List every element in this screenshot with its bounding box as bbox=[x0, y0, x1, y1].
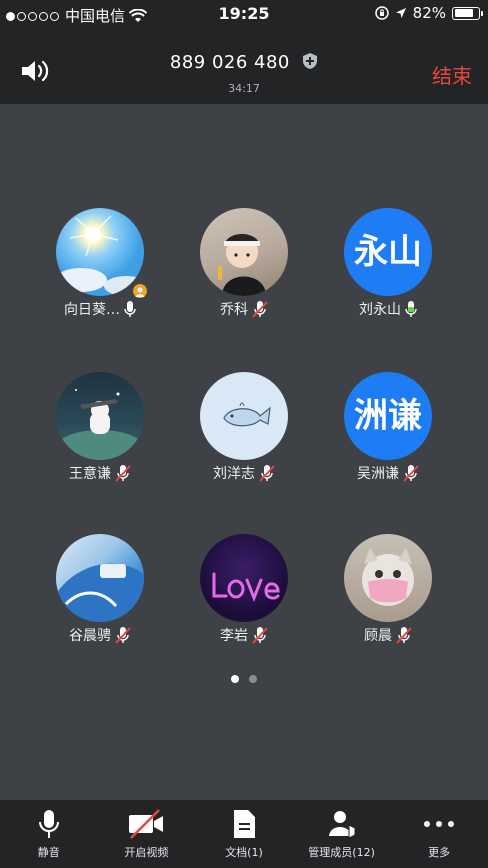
participant-tile[interactable]: 谷晨骋 bbox=[40, 534, 160, 645]
participant-name-row: 吴洲谦 bbox=[328, 463, 448, 483]
participant-name-row: 刘洋志 bbox=[184, 463, 304, 483]
participant-name-row: 刘永山 bbox=[328, 299, 448, 319]
participant-tile[interactable]: 顾晨 bbox=[328, 534, 448, 645]
mic-on-icon bbox=[405, 300, 417, 317]
manage-members-label: 管理成员(12) bbox=[308, 846, 375, 859]
participant-name: 王意谦 bbox=[69, 466, 111, 482]
microphone-icon bbox=[38, 810, 59, 838]
end-meeting-button[interactable]: 结束 bbox=[432, 60, 472, 89]
meeting-id-text: 889 026 480 bbox=[169, 52, 290, 73]
mic-on-icon bbox=[124, 300, 136, 317]
participant-avatar bbox=[56, 534, 144, 622]
page-dot-active[interactable] bbox=[231, 675, 239, 683]
start-video-button[interactable]: 开启视频 bbox=[98, 800, 196, 868]
status-right-group: 82% bbox=[374, 4, 483, 22]
participant-tile[interactable]: 乔科 bbox=[184, 208, 304, 319]
more-button[interactable]: 更多 bbox=[390, 800, 488, 868]
location-arrow-icon bbox=[395, 8, 406, 18]
mic-muted-icon bbox=[115, 626, 131, 644]
mic-muted-icon bbox=[396, 626, 412, 644]
participant-avatar: 洲谦 bbox=[344, 372, 432, 460]
participant-tile[interactable]: 刘洋志 bbox=[184, 372, 304, 483]
battery-icon bbox=[452, 6, 483, 20]
participant-name: 谷晨骋 bbox=[69, 628, 111, 644]
participant-avatar bbox=[56, 372, 144, 460]
participant-name-row: 王意谦 bbox=[40, 463, 160, 483]
video-off-icon bbox=[129, 809, 164, 839]
participant-name: 刘洋志 bbox=[213, 466, 255, 482]
page-indicator[interactable] bbox=[0, 668, 488, 687]
mic-muted-icon bbox=[259, 464, 275, 482]
start-video-label: 开启视频 bbox=[124, 846, 169, 859]
documents-button[interactable]: 文档(1) bbox=[195, 800, 293, 868]
participant-name: 李岩 bbox=[220, 628, 248, 644]
participant-avatar: 永山 bbox=[344, 208, 432, 296]
participant-tile[interactable]: 向日葵… bbox=[40, 208, 160, 319]
page-dot[interactable] bbox=[249, 675, 257, 683]
bottom-toolbar: 静音 开启视频 文档(1) 管理成员(12) 更多 bbox=[0, 800, 488, 868]
participant-name-row: 李岩 bbox=[184, 625, 304, 645]
call-duration: 34:17 bbox=[228, 82, 260, 95]
documents-label: 文档(1) bbox=[225, 846, 263, 859]
orientation-lock-icon bbox=[374, 6, 389, 20]
mic-muted-icon bbox=[115, 464, 131, 482]
participant-avatar bbox=[200, 372, 288, 460]
document-icon bbox=[233, 810, 255, 838]
participant-tile[interactable]: 李岩 bbox=[184, 534, 304, 645]
more-label: 更多 bbox=[428, 846, 451, 859]
mic-muted-icon bbox=[403, 464, 419, 482]
participant-name-row: 谷晨骋 bbox=[40, 625, 160, 645]
meeting-id[interactable]: 889 026 480 bbox=[0, 52, 488, 73]
participant-avatar bbox=[344, 534, 432, 622]
mute-button[interactable]: 静音 bbox=[0, 800, 98, 868]
members-icon bbox=[328, 811, 356, 839]
participant-name-row: 顾晨 bbox=[328, 625, 448, 645]
mute-label: 静音 bbox=[37, 846, 60, 859]
participant-tile[interactable]: 洲谦 吴洲谦 bbox=[328, 372, 448, 483]
shield-icon bbox=[303, 53, 318, 69]
participant-tile[interactable]: 王意谦 bbox=[40, 372, 160, 483]
participant-name-row: 乔科 bbox=[184, 299, 304, 319]
participant-name: 向日葵… bbox=[64, 302, 120, 318]
participant-name: 乔科 bbox=[220, 302, 248, 318]
participant-name: 刘永山 bbox=[359, 302, 401, 318]
participant-name: 吴洲谦 bbox=[357, 466, 399, 482]
participant-avatar bbox=[56, 208, 144, 296]
more-dots-icon bbox=[424, 821, 455, 827]
status-bar: 中国电信 19:25 82% bbox=[0, 0, 488, 30]
meeting-header: 889 026 480 34:17 结束 bbox=[0, 30, 488, 104]
participant-avatar bbox=[200, 208, 288, 296]
battery-percent: 82% bbox=[412, 4, 446, 22]
manage-members-button[interactable]: 管理成员(12) bbox=[293, 800, 391, 868]
mic-muted-icon bbox=[252, 300, 268, 318]
participant-tile[interactable]: 永山 刘永山 bbox=[328, 208, 448, 319]
participant-avatar bbox=[200, 534, 288, 622]
participant-name: 顾晨 bbox=[364, 628, 392, 644]
host-badge-icon bbox=[131, 282, 149, 300]
mic-muted-icon bbox=[252, 626, 268, 644]
